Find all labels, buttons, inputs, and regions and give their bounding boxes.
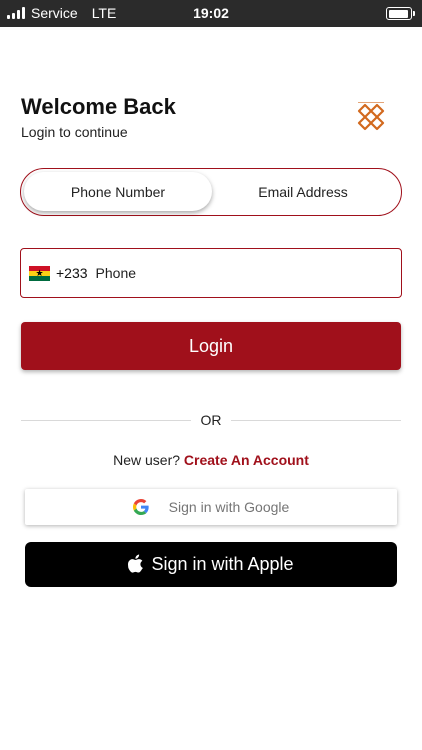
signup-prompt: New user? Create An Account [0, 452, 422, 468]
google-signin-label: Sign in with Google [168, 499, 290, 515]
tab-email-address[interactable]: Email Address [209, 172, 397, 211]
tab-phone-number[interactable]: Phone Number [24, 172, 212, 211]
login-method-toggle: Phone Number Email Address [20, 168, 402, 216]
country-dial-code[interactable]: +233 [56, 265, 88, 281]
page-title: Welcome Back [21, 94, 176, 119]
phone-input[interactable] [95, 265, 356, 281]
app-logo [357, 102, 385, 131]
apple-icon [128, 554, 144, 573]
login-button[interactable]: Login [21, 322, 401, 370]
status-bar: Service LTE 19:02 [0, 0, 422, 27]
battery-icon [386, 7, 415, 20]
page-subtitle: Login to continue [21, 124, 128, 140]
status-time: 19:02 [193, 5, 229, 21]
ghana-flag-icon[interactable]: ★ [29, 265, 50, 281]
signup-prompt-text: New user? [113, 452, 181, 468]
apple-signin-button[interactable]: Sign in with Apple [25, 542, 397, 587]
apple-signin-label: Sign in with Apple [151, 554, 294, 574]
divider-line-right [231, 420, 401, 421]
phone-field[interactable]: ★ +233 [20, 248, 402, 298]
create-account-link[interactable]: Create An Account [184, 452, 309, 468]
google-icon [132, 499, 149, 515]
or-divider: OR [21, 411, 401, 431]
google-signin-button[interactable]: Sign in with Google [25, 489, 397, 525]
